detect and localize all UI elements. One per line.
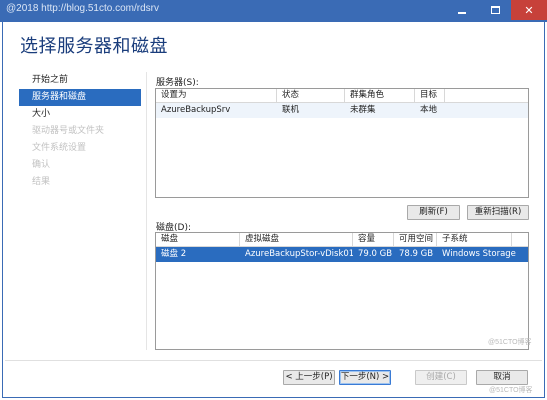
column-header-virtual-disk[interactable]: 虚拟磁盘	[240, 233, 353, 246]
close-button[interactable]: ✕	[511, 0, 547, 20]
column-header-provisioned-to[interactable]: 设置为	[156, 89, 277, 102]
virtual-disk-cell: AzureBackupStor-vDisk01	[245, 249, 353, 259]
nav-item-results: 结果	[32, 177, 51, 187]
nav-item-drive-letter: 驱动器号或文件夹	[32, 126, 105, 136]
watermark-bottom: @51CTO博客	[489, 387, 533, 394]
title-bar: @2018 http://blog.51cto.com/rdsrv ✕	[0, 0, 547, 22]
watermark-mid: @51CTO博客	[488, 339, 532, 346]
rescan-button[interactable]: 重新扫描(R)	[467, 205, 529, 220]
previous-button[interactable]: < 上一步(P)	[283, 370, 335, 385]
servers-table-header: 设置为 状态 群集角色 目标	[156, 89, 528, 103]
subsystem-cell: Windows Storage	[442, 249, 516, 259]
disks-table-header: 磁盘 虚拟磁盘 容量 可用空间 子系统	[156, 233, 528, 247]
servers-label: 服务器(S):	[156, 78, 199, 88]
next-button[interactable]: 下一步(N) >	[339, 370, 391, 385]
server-cluster-cell: 未群集	[350, 105, 376, 115]
nav-item-size[interactable]: 大小	[19, 106, 141, 123]
footer-divider	[5, 360, 542, 361]
column-header-free-space[interactable]: 可用空间	[394, 233, 437, 246]
server-target-cell: 本地	[420, 105, 438, 115]
cancel-button[interactable]: 取消	[476, 370, 528, 385]
minimize-icon	[458, 12, 466, 14]
wizard-steps-nav: 开始之前 服务器和磁盘 大小 驱动器号或文件夹 文件系统设置 确认 结果	[19, 72, 141, 191]
minimize-button[interactable]	[446, 0, 478, 20]
disk-name-cell: 磁盘 2	[161, 249, 187, 259]
nav-item-servers-and-disks[interactable]: 服务器和磁盘	[19, 89, 141, 106]
watermark-top: @2018 http://blog.51cto.com/rdsrv	[6, 3, 160, 14]
table-row[interactable]: AzureBackupSrv 联机 未群集 本地	[156, 103, 528, 118]
close-icon: ✕	[524, 3, 534, 17]
column-header-target[interactable]: 目标	[415, 89, 445, 102]
capacity-cell: 79.0 GB	[358, 249, 393, 259]
maximize-button[interactable]	[479, 0, 511, 20]
create-button: 创建(C)	[415, 370, 467, 385]
servers-table[interactable]: 设置为 状态 群集角色 目标 AzureBackupSrv 联机 未群集 本地	[155, 88, 529, 198]
column-header-capacity[interactable]: 容量	[353, 233, 394, 246]
server-name-cell: AzureBackupSrv	[161, 105, 231, 115]
maximize-icon	[490, 6, 500, 14]
page-title: 选择服务器和磁盘	[20, 36, 168, 57]
nav-item-confirmation: 确认	[32, 160, 51, 170]
column-header-disk[interactable]: 磁盘	[156, 233, 240, 246]
column-header-cluster-role[interactable]: 群集角色	[345, 89, 415, 102]
disks-table[interactable]: 磁盘 虚拟磁盘 容量 可用空间 子系统 磁盘 2 AzureBackupStor…	[155, 232, 529, 350]
column-header-subsystem[interactable]: 子系统	[437, 233, 512, 246]
nav-divider	[146, 72, 147, 350]
column-header-status[interactable]: 状态	[277, 89, 345, 102]
nav-item-before-you-begin[interactable]: 开始之前	[19, 72, 141, 89]
refresh-button[interactable]: 刷新(F)	[407, 205, 460, 220]
nav-item-file-system: 文件系统设置	[32, 143, 87, 153]
table-row[interactable]: 磁盘 2 AzureBackupStor-vDisk01 79.0 GB 78.…	[156, 247, 528, 262]
server-status-cell: 联机	[282, 105, 300, 115]
free-space-cell: 78.9 GB	[399, 249, 434, 259]
